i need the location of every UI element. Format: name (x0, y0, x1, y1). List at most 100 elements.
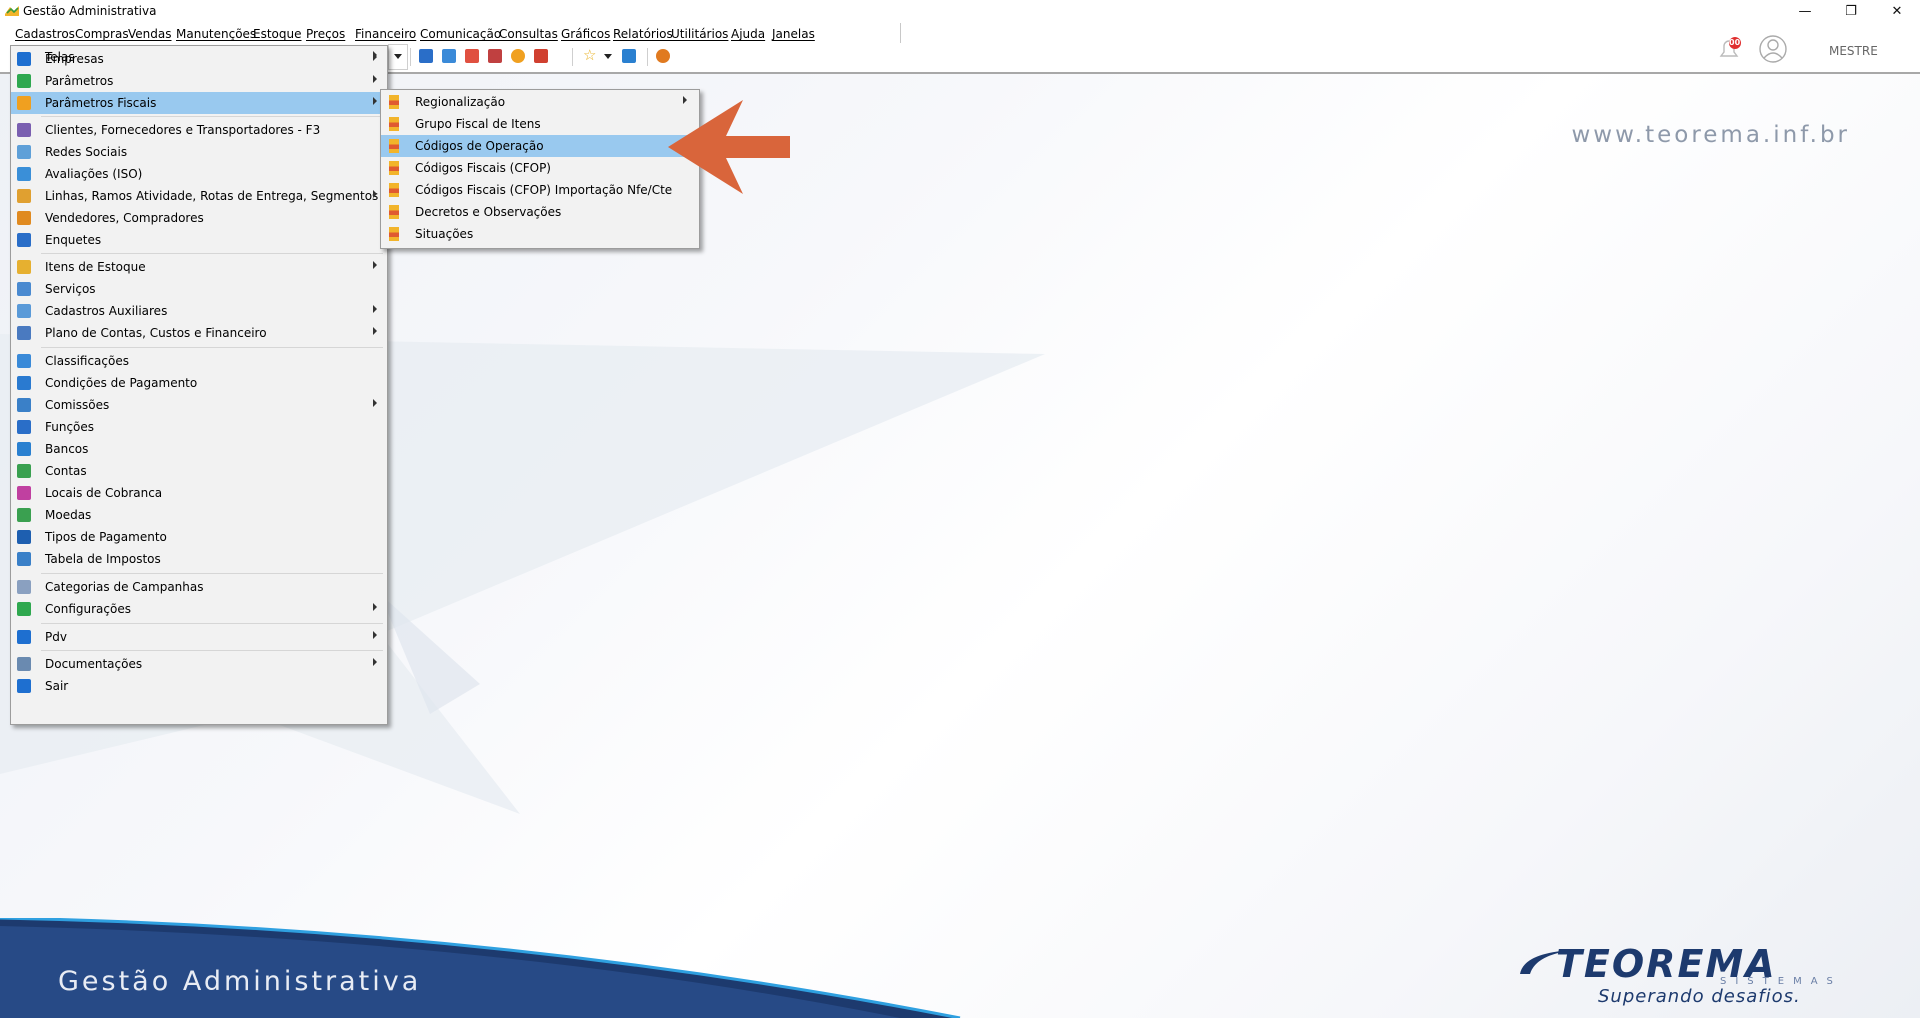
fiscal-submenu-item[interactable]: Decretos e Observações (381, 201, 697, 223)
cadastros-menu-item[interactable]: Redes Sociais (11, 141, 387, 163)
favorites-icon[interactable]: ☆ (583, 46, 596, 64)
teorema-logo: TEOREMA SISTEMAS Superando desafios. (1516, 942, 1866, 1007)
cadastros-menu-item[interactable]: Contas (11, 460, 387, 482)
menu-item-label: Códigos Fiscais (CFOP) Importação Nfe/Ct… (415, 183, 673, 197)
menu-ajuda[interactable]: Ajuda (731, 27, 765, 41)
cadastros-menu-item[interactable]: Clientes, Fornecedores e Transportadores… (11, 119, 387, 141)
menu-item-label: Moedas (45, 508, 92, 522)
menu-item-label: Clientes, Fornecedores e Transportadores… (45, 123, 321, 137)
menu-item-label: Regionalização (415, 95, 506, 109)
footer-title: Gestão Administrativa (58, 966, 422, 997)
cadastros-menu-item[interactable]: Plano de Contas, Custos e Financeiro (11, 322, 387, 344)
calendar-icon[interactable] (419, 49, 433, 63)
report-search-icon[interactable] (534, 49, 548, 63)
menu-comunicacao[interactable]: Comunicação (420, 27, 501, 41)
cadastros-menu-item[interactable]: Bancos (11, 438, 387, 460)
chevron-down-icon[interactable] (604, 54, 612, 59)
cadastros-menu-item[interactable]: Serviços (11, 278, 387, 300)
minimize-button[interactable]: — (1782, 0, 1828, 22)
cadastros-menu-item[interactable]: Moedas (11, 504, 387, 526)
menu-estoque[interactable]: Estoque (253, 27, 302, 41)
payment-icon (17, 376, 31, 390)
menu-vendas[interactable]: Vendas (128, 27, 172, 41)
pos-icon (17, 630, 31, 644)
cadastros-menu-item[interactable]: Pdv (11, 626, 387, 648)
user-avatar-icon[interactable] (1758, 34, 1788, 64)
menu-compras[interactable]: Compras (75, 27, 129, 41)
fiscal-submenu-item[interactable]: Regionalização (381, 91, 697, 113)
cadastros-menu-item[interactable]: Telas (11, 46, 387, 68)
menu-item-label: Grupo Fiscal de Itens (415, 117, 541, 131)
cadastros-menu-item[interactable]: Itens de Estoque (11, 256, 387, 278)
cadastros-menu-item[interactable]: Linhas, Ramos Atividade, Rotas de Entreg… (11, 185, 387, 207)
menu-item-label: Configurações (45, 602, 131, 616)
cadastros-menu-item[interactable]: Parâmetros Fiscais (11, 92, 387, 114)
power-icon[interactable] (656, 49, 670, 63)
cadastros-menu-item[interactable]: Sair (11, 675, 387, 697)
menu-item-label: Vendedores, Compradores (45, 211, 204, 225)
fiscal-submenu-item[interactable]: Códigos Fiscais (CFOP) Importação Nfe/Ct… (381, 179, 697, 201)
date-icon[interactable] (465, 49, 479, 63)
fiscal-icon (389, 183, 399, 197)
money-icon (17, 464, 31, 478)
menu-item-label: Códigos Fiscais (CFOP) (415, 161, 551, 175)
cadastros-menu-item[interactable]: Condições de Pagamento (11, 372, 387, 394)
close-button[interactable]: ✕ (1874, 0, 1920, 22)
menu-consultas[interactable]: Consultas (499, 27, 558, 41)
toolbar-separator (410, 48, 411, 66)
fiscal-submenu-item[interactable]: Códigos de Operação (381, 135, 697, 157)
menu-cadastros[interactable]: Cadastros (15, 27, 75, 41)
info-icon[interactable] (622, 49, 636, 63)
parametros-fiscais-submenu: Regionalização Grupo Fiscal de Itens Códig… (380, 89, 700, 249)
clock-icon[interactable] (511, 49, 525, 63)
cadastros-menu-item[interactable]: Tipos de Pagamento (11, 526, 387, 548)
cadastros-menu-item[interactable]: Funções (11, 416, 387, 438)
cadastros-menu-item[interactable]: Parâmetros (11, 70, 387, 92)
commission-icon (17, 398, 31, 412)
cadastros-menu-item[interactable]: Categorias de Campanhas (11, 576, 387, 598)
menu-item-label: Comissões (45, 398, 110, 412)
menu-relatorios[interactable]: Relatórios (613, 27, 673, 41)
accounts-icon (17, 326, 31, 340)
menu-janelas[interactable]: Janelas (772, 27, 815, 41)
cadastros-menu-item[interactable]: Avaliações (ISO) (11, 163, 387, 185)
user-name: MESTRE (1829, 44, 1878, 58)
cadastros-menu-item[interactable]: Vendedores, Compradores (11, 207, 387, 229)
list-icon (17, 233, 31, 247)
menu-separator (41, 623, 383, 624)
menu-manutencoes[interactable]: Manutenções (176, 27, 256, 41)
menu-financeiro[interactable]: Financeiro (355, 27, 416, 41)
menu-item-label: Condições de Pagamento (45, 376, 198, 390)
cadastros-menu-item[interactable]: Locais de Cobranca (11, 482, 387, 504)
menu-graficos[interactable]: Gráficos (561, 27, 610, 41)
calculator-icon[interactable] (442, 49, 456, 63)
fiscal-submenu-item[interactable]: Situações (381, 223, 697, 245)
toolbar-dropdown-toggle[interactable] (388, 44, 408, 70)
schedule-icon[interactable] (488, 49, 502, 63)
menu-utilitarios[interactable]: Utilitários (671, 27, 728, 41)
cadastros-menu-item[interactable]: Enquetes (11, 229, 387, 251)
tree-icon (17, 189, 31, 203)
fiscal-submenu-item[interactable]: Códigos Fiscais (CFOP) (381, 157, 697, 179)
restore-button[interactable]: ❐ (1828, 0, 1874, 22)
cadastros-menu-item[interactable]: Configurações (11, 598, 387, 620)
menu-item-label: Códigos de Operação (415, 139, 544, 153)
cadastros-menu-item[interactable]: Documentações (11, 653, 387, 675)
chevron-right-icon (373, 603, 377, 611)
fiscal-icon (389, 205, 399, 219)
menu-item-label: Itens de Estoque (45, 260, 146, 274)
menu-precos[interactable]: Preços (306, 27, 345, 41)
cadastros-menu-item[interactable]: Comissões (11, 394, 387, 416)
menu-separator (41, 650, 383, 651)
app-icon (5, 6, 19, 16)
menu-item-label: Plano de Contas, Custos e Financeiro (45, 326, 267, 340)
menu-item-label: Serviços (45, 282, 96, 296)
cadastros-menu-item[interactable]: Tabela de Impostos (11, 548, 387, 570)
fiscal-submenu-item[interactable]: Grupo Fiscal de Itens (381, 113, 697, 135)
cadastros-menu-item[interactable]: Cadastros Auxiliares (11, 300, 387, 322)
fiscal-icon (389, 161, 399, 175)
menu-item-label: Cadastros Auxiliares (45, 304, 168, 318)
chevron-right-icon (373, 327, 377, 335)
cadastros-menu-item[interactable]: Classificações (11, 350, 387, 372)
menu-item-label: Decretos e Observações (415, 205, 562, 219)
